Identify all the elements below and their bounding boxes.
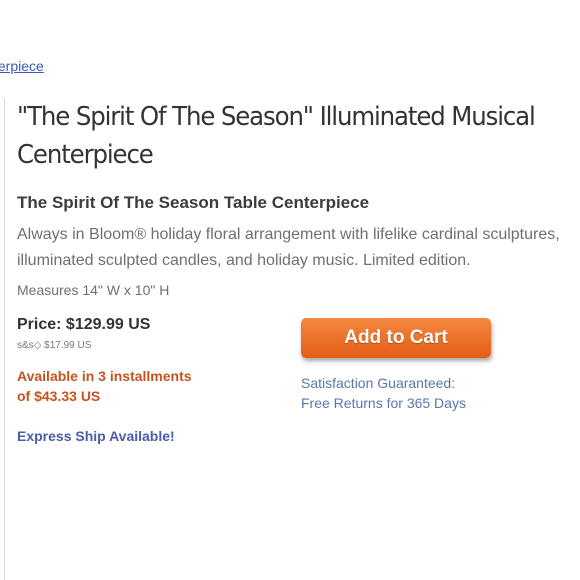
product-title: "The Spirit Of The Season" Illuminated M…	[17, 98, 562, 174]
product-description: Always in Bloom® holiday floral arrangem…	[17, 222, 580, 274]
satisfaction-guarantee: Satisfaction Guaranteed: Free Returns fo…	[301, 373, 466, 413]
product-dimensions: Measures 14" W x 10" H	[17, 282, 170, 298]
breadcrumb-link[interactable]: terpiece	[0, 58, 44, 74]
installments-offer: Available in 3 installments of $43.33 US	[17, 366, 192, 406]
installments-line-2: of $43.33 US	[17, 388, 101, 404]
guarantee-line-2: Free Returns for 365 Days	[301, 395, 466, 411]
product-price: Price: $129.99 US	[17, 316, 151, 333]
product-description-line-2: illuminated sculpted candles, and holida…	[17, 252, 471, 269]
shipping-price: s&s◇ $17.99 US	[17, 340, 92, 351]
product-description-line-1: Always in Bloom® holiday floral arrangem…	[17, 226, 560, 243]
product-title-line-2: Centerpiece	[17, 140, 154, 170]
left-divider	[4, 98, 5, 580]
installments-line-1: Available in 3 installments	[17, 368, 192, 384]
guarantee-line-1: Satisfaction Guaranteed:	[301, 375, 456, 391]
product-subtitle: The Spirit Of The Season Table Centerpie…	[17, 193, 370, 212]
add-to-cart-button[interactable]: Add to Cart	[301, 318, 491, 358]
product-title-line-1: "The Spirit Of The Season" Illuminated M…	[17, 102, 536, 132]
express-ship-notice: Express Ship Available!	[17, 428, 175, 444]
